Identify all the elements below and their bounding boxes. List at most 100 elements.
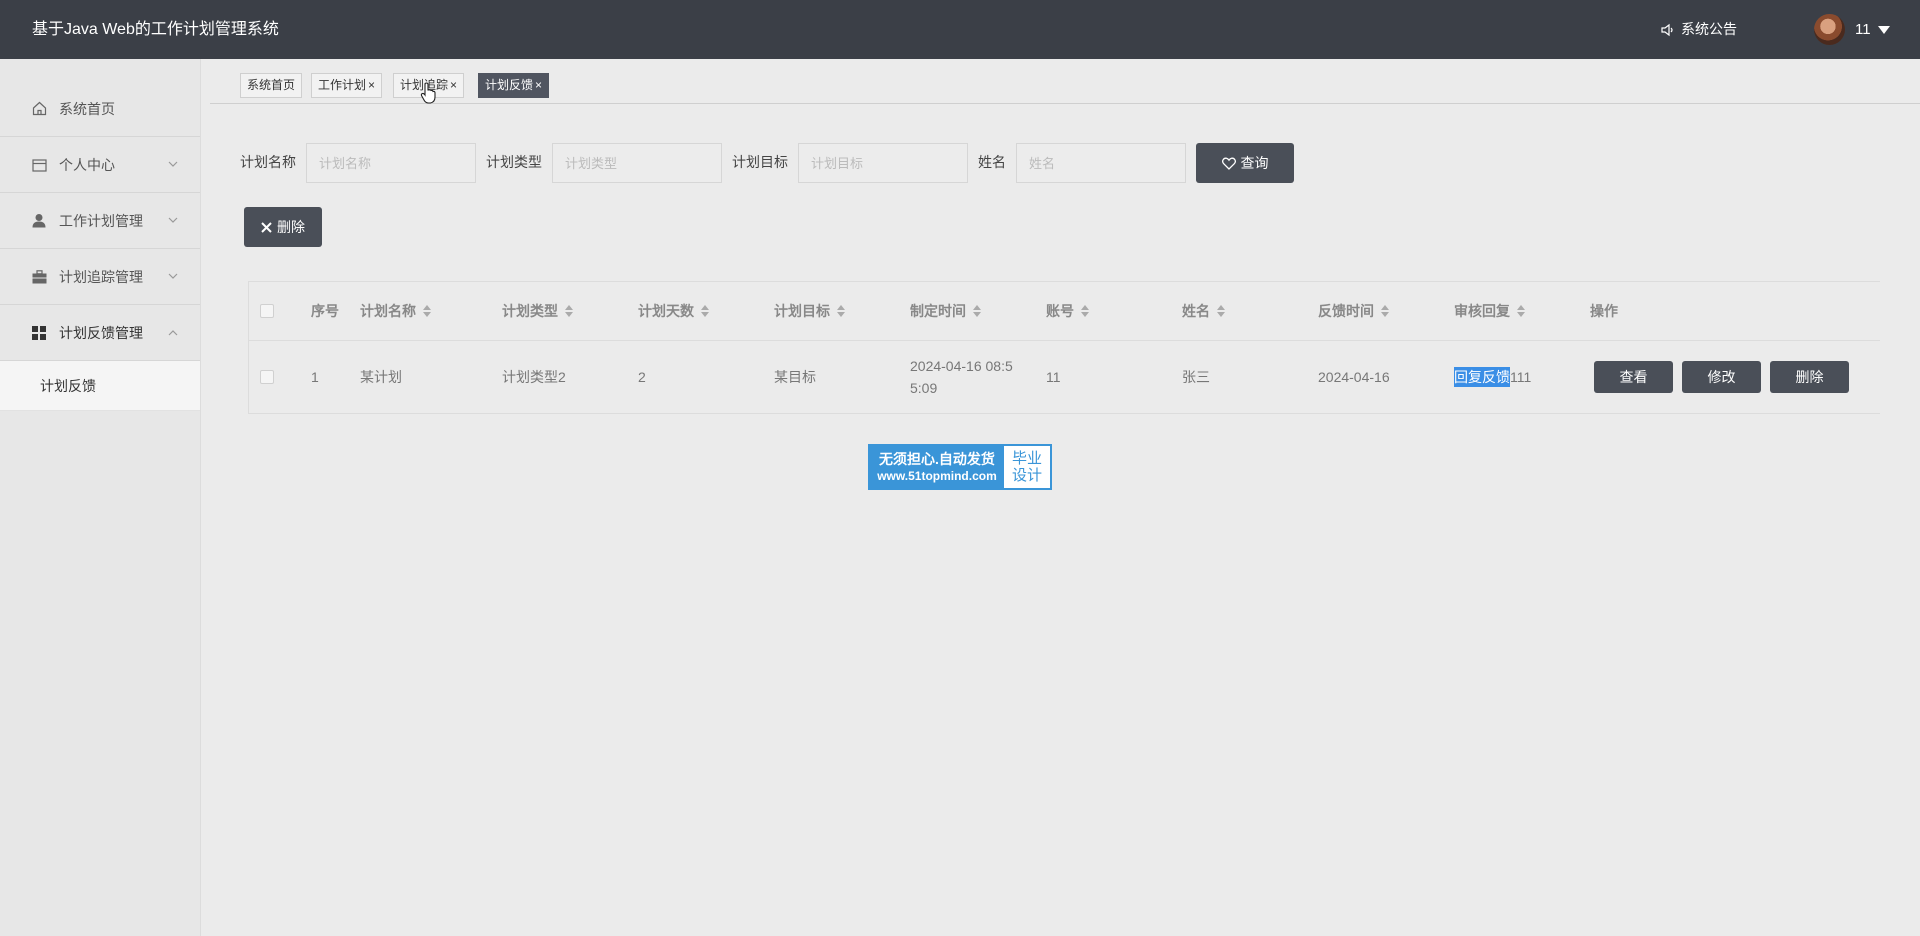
sidebar-item-tracking[interactable]: 计划追踪管理 [0,249,200,305]
column-header[interactable]: 姓名 [1182,282,1225,340]
column-header-label: 姓名 [1182,303,1210,319]
column-header-label: 计划名称 [360,303,416,319]
sidebar: 系统首页 个人中心 工作计划管理 计划追踪管理 计划反馈管理 计划反馈 [0,59,201,936]
tab-feedback[interactable]: 计划反馈 × [478,73,550,98]
home-icon [31,101,47,117]
column-header[interactable]: 账号 [1046,282,1089,340]
sort-icon[interactable] [1381,305,1389,317]
column-header[interactable]: 计划类型 [502,282,573,340]
row-select-cell [260,341,274,413]
chevron-up-icon [168,330,178,336]
watermark-side1: 毕业 [1011,450,1042,467]
feedback-table: 序号 计划名称 计划类型 计划天数 计划目标 制定时间 账号 姓名 反馈时间 审… [248,281,1880,414]
edit-button[interactable]: 修改 [1682,361,1761,393]
close-icon [261,221,272,233]
select-all-checkbox[interactable] [260,304,274,318]
cell-created-time: 2024-04-16 08:5 5:09 [910,341,1035,413]
sort-icon[interactable] [1081,305,1089,317]
chevron-down-icon [168,273,178,279]
tab-work-plan[interactable]: 工作计划 × [311,73,383,98]
watermark-line1: 无须担心.自动发货 [879,451,995,467]
row-checkbox[interactable] [260,370,274,384]
column-header-label: 操作 [1590,303,1618,319]
chevron-down-icon [168,161,178,167]
sidebar-item-work-plan[interactable]: 工作计划管理 [0,193,200,249]
cell-plan-name: 某计划 [360,369,402,385]
sidebar-item-home[interactable]: 系统首页 [0,59,200,137]
watermark-text: 无须担心.自动发货 www.51topmind.com [870,446,1004,488]
column-header-label: 账号 [1046,303,1074,319]
system-notice-link[interactable]: 系统公告 [1661,0,1737,59]
column-header-label: 制定时间 [910,303,966,319]
column-header[interactable]: 制定时间 [910,282,981,340]
column-header-label: 计划天数 [638,303,694,319]
delete-label: 删除 [277,219,305,235]
created-time-line1: 2024-04-16 08:5 [910,358,1013,374]
top-bar: 基于Java Web的工作计划管理系统 系统公告 11 [0,0,1920,59]
heart-icon [1221,157,1236,170]
person-name-label: 姓名 [978,154,1006,170]
reply-text: 111 [1510,369,1532,385]
notice-label: 系统公告 [1681,21,1737,37]
sidebar-item-feedback[interactable]: 计划反馈管理 [0,305,200,361]
column-header-label: 反馈时间 [1318,303,1374,319]
hand-cursor-icon [420,82,436,104]
sidebar-item-label: 系统首页 [59,100,115,117]
created-time-line2: 5:09 [910,380,938,396]
batch-delete-button[interactable]: 删除 [244,207,322,247]
avatar[interactable] [1814,14,1845,45]
sort-icon[interactable] [837,305,845,317]
sort-icon[interactable] [701,305,709,317]
user-menu[interactable]: 11 [1855,0,1890,59]
watermark-side: 毕业 设计 [1004,446,1050,488]
caret-down-icon [1877,25,1890,34]
cell-plan-type: 计划类型2 [502,369,566,385]
plan-goal-label: 计划目标 [732,154,788,170]
person-name-input[interactable] [1016,143,1186,183]
plan-type-input[interactable] [552,143,722,183]
sort-icon[interactable] [423,305,431,317]
sort-icon[interactable] [973,305,981,317]
column-header[interactable]: 反馈时间 [1318,282,1389,340]
plan-name-input[interactable] [306,143,476,183]
sidebar-item-label: 个人中心 [59,156,115,173]
close-icon[interactable]: × [368,74,375,97]
submenu-item-feedback[interactable]: 计划反馈 [0,361,200,411]
sidebar-item-personal[interactable]: 个人中心 [0,137,200,193]
select-all-cell [260,282,274,340]
close-icon[interactable]: × [450,74,457,97]
submenu-item-label: 计划反馈 [40,377,96,394]
cell-index: 1 [311,369,319,385]
user-icon [31,213,47,229]
briefcase-icon [31,269,47,285]
sidebar-item-label: 计划追踪管理 [59,268,143,285]
tab-home[interactable]: 系统首页 [240,73,303,98]
sort-icon[interactable] [1217,305,1225,317]
column-header[interactable]: 计划目标 [774,282,845,340]
column-header[interactable]: 计划名称 [360,282,431,340]
username: 11 [1855,21,1871,38]
close-icon[interactable]: × [535,74,542,97]
plan-name-label: 计划名称 [240,154,296,170]
plan-type-label: 计划类型 [486,154,542,170]
column-header-label: 审核回复 [1454,303,1510,319]
column-header-label: 计划目标 [774,303,830,319]
column-header[interactable]: 计划天数 [638,282,709,340]
cell-feedback-time: 2024-04-16 [1318,369,1390,385]
sort-icon[interactable] [1517,305,1525,317]
calendar-icon [31,157,47,173]
sidebar-item-label: 计划反馈管理 [59,324,143,341]
row-delete-button[interactable]: 删除 [1770,361,1849,393]
plan-goal-input[interactable] [798,143,968,183]
column-header[interactable]: 审核回复 [1454,282,1525,340]
column-header-label: 计划类型 [502,303,558,319]
sort-icon[interactable] [565,305,573,317]
column-header: 序号 [311,282,339,340]
table-header: 序号 计划名称 计划类型 计划天数 计划目标 制定时间 账号 姓名 反馈时间 审… [249,282,1880,341]
speaker-icon [1661,23,1673,36]
app-title: 基于Java Web的工作计划管理系统 [32,21,279,38]
view-button[interactable]: 查看 [1594,361,1673,393]
chevron-down-icon [168,217,178,223]
cell-person-name: 张三 [1182,369,1210,385]
query-button[interactable]: 查询 [1196,143,1294,183]
